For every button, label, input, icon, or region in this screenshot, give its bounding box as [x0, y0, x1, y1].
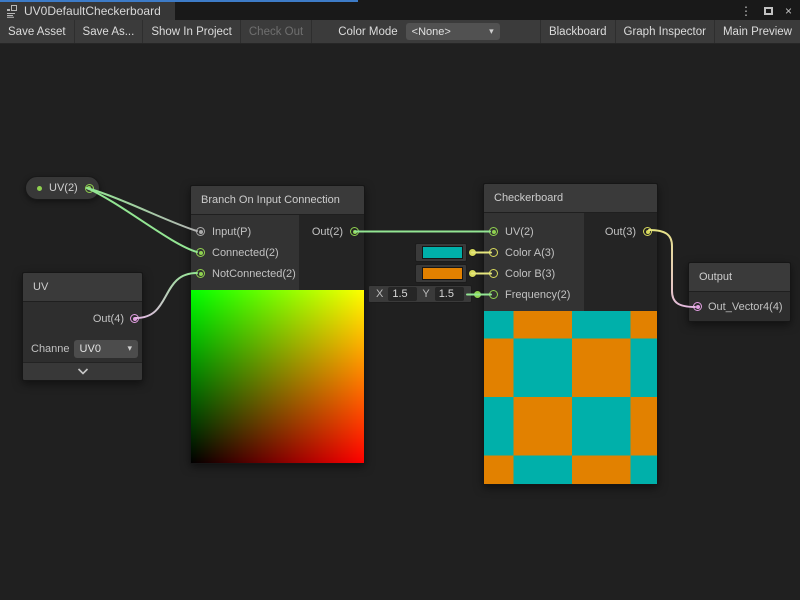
notconnected-port[interactable]: [196, 269, 205, 278]
channel-label: Channe: [31, 343, 70, 355]
edge-uvpill-to-input-p[interactable]: [87, 188, 197, 231]
kebab-menu-icon[interactable]: ⋮: [740, 4, 752, 18]
branch-uv-gradient-preview: [191, 290, 364, 463]
branch-out-port[interactable]: [350, 227, 359, 236]
toolbar: Save Asset Save As... Show In Project Ch…: [0, 20, 800, 44]
panel-toggle-group: Blackboard Graph Inspector Main Preview: [540, 20, 800, 43]
node-uv2-pill[interactable]: UV(2): [25, 176, 100, 200]
branch-input-row-notconnected: NotConnected(2): [191, 263, 299, 284]
uv-output-row: Out(4): [23, 302, 142, 335]
edge-uvpill-to-connected[interactable]: [87, 188, 197, 252]
color-b-widget-port[interactable]: [469, 270, 476, 277]
color-a-port[interactable]: [489, 248, 498, 257]
out-vector4-label: Out_Vector4(4): [708, 301, 783, 313]
frequency-fields: X 1.5 Y 1.5: [368, 285, 472, 303]
uv-node-collapse-toggle[interactable]: [23, 362, 142, 380]
color-a-swatch[interactable]: [422, 246, 463, 259]
edge-uvout4-to-notconnected[interactable]: [136, 273, 197, 318]
uv-out-port[interactable]: [130, 314, 139, 323]
maximize-icon[interactable]: [764, 7, 773, 15]
color-mode-label: Color Mode: [338, 26, 397, 38]
main-preview-button[interactable]: Main Preview: [714, 20, 800, 43]
checkerboard-preview: [484, 311, 657, 484]
color-a-swatch-box[interactable]: [415, 243, 467, 262]
uv2-output-port[interactable]: [85, 184, 94, 193]
color-mode-dropdown[interactable]: <None> ▾: [406, 23, 500, 40]
checker-out-port[interactable]: [643, 227, 652, 236]
uv-node-title[interactable]: UV: [23, 273, 142, 302]
tab-title: UV0DefaultCheckerboard: [24, 4, 161, 18]
channel-dropdown[interactable]: UV0 ▾: [74, 340, 138, 358]
branch-out-label: Out(2): [312, 226, 343, 238]
frequency-x-input[interactable]: 1.5: [388, 287, 417, 301]
blackboard-button[interactable]: Blackboard: [540, 20, 615, 43]
shader-graph-icon: [6, 5, 19, 18]
uv2-pill-label: UV(2): [49, 182, 78, 194]
color-b-label: Color B(3): [505, 268, 555, 280]
node-branch-on-input-connection[interactable]: Branch On Input Connection Input(P) Conn…: [190, 185, 365, 464]
color-b-swatch-box[interactable]: [415, 264, 467, 283]
chevron-down-icon: ▾: [489, 26, 494, 37]
branch-input-row-connected: Connected(2): [191, 242, 299, 263]
color-b-widget: [415, 264, 476, 283]
channel-value: UV0: [80, 343, 101, 355]
input-p-port[interactable]: [196, 227, 205, 236]
checker-output-row: Out(3): [584, 221, 657, 242]
branch-output-row: Out(2): [299, 221, 364, 242]
checkerboard-node-title[interactable]: Checkerboard: [484, 184, 657, 213]
connected-label: Connected(2): [212, 247, 279, 259]
show-in-project-button[interactable]: Show In Project: [143, 20, 241, 43]
graph-inspector-button[interactable]: Graph Inspector: [615, 20, 714, 43]
node-uv[interactable]: UV Out(4) Channe UV0 ▾: [22, 272, 143, 381]
checker-input-row-frequency: Frequency(2): [484, 284, 584, 305]
title-bar: UV0DefaultCheckerboard ⋮ ×: [0, 0, 800, 20]
node-checkerboard[interactable]: Checkerboard UV(2) Color A(3) Color B(3): [483, 183, 658, 485]
connected-port[interactable]: [196, 248, 205, 257]
close-icon[interactable]: ×: [785, 4, 792, 18]
color-mode-group: Color Mode <None> ▾: [338, 23, 499, 40]
color-a-widget: [415, 243, 476, 262]
checker-out-label: Out(3): [605, 226, 636, 238]
checker-uv-port[interactable]: [489, 227, 498, 236]
branch-input-row-input-p: Input(P): [191, 221, 299, 242]
collapse-chevron-icon: [77, 368, 89, 375]
node-output[interactable]: Output Out_Vector4(4): [688, 262, 791, 322]
color-a-widget-port[interactable]: [469, 249, 476, 256]
window-controls: ⋮ ×: [740, 3, 792, 19]
frequency-widget: X 1.5 Y 1.5: [368, 285, 481, 303]
save-as-button[interactable]: Save As...: [75, 20, 144, 43]
uv2-indicator-dot: [37, 186, 42, 191]
output-node-title[interactable]: Output: [689, 263, 790, 292]
frequency-widget-port[interactable]: [474, 291, 481, 298]
frequency-port[interactable]: [489, 290, 498, 299]
checker-input-row-color-a: Color A(3): [484, 242, 584, 263]
color-a-label: Color A(3): [505, 247, 555, 259]
input-p-label: Input(P): [212, 226, 251, 238]
check-out-button: Check Out: [241, 20, 312, 43]
out-vector4-port[interactable]: [693, 302, 702, 311]
checker-input-row-color-b: Color B(3): [484, 263, 584, 284]
color-b-port[interactable]: [489, 269, 498, 278]
graph-canvas[interactable]: UV(2) Branch On Input Connection Input(P…: [0, 44, 800, 599]
output-input-row: Out_Vector4(4): [689, 292, 790, 321]
color-mode-value: <None>: [412, 26, 451, 38]
frequency-label: Frequency(2): [505, 289, 570, 301]
chevron-down-icon: ▾: [127, 343, 132, 354]
notconnected-label: NotConnected(2): [212, 268, 296, 280]
checker-uv-label: UV(2): [505, 226, 534, 238]
document-tab[interactable]: UV0DefaultCheckerboard: [0, 2, 175, 20]
frequency-x-label: X: [376, 288, 383, 300]
frequency-y-label: Y: [422, 288, 429, 300]
uv-channel-control: Channe UV0 ▾: [23, 335, 142, 362]
frequency-y-input[interactable]: 1.5: [435, 287, 464, 301]
checker-input-row-uv: UV(2): [484, 221, 584, 242]
uv-out-label: Out(4): [93, 313, 124, 325]
color-b-swatch[interactable]: [422, 267, 463, 280]
save-asset-button[interactable]: Save Asset: [0, 20, 75, 43]
branch-node-title[interactable]: Branch On Input Connection: [191, 186, 364, 215]
